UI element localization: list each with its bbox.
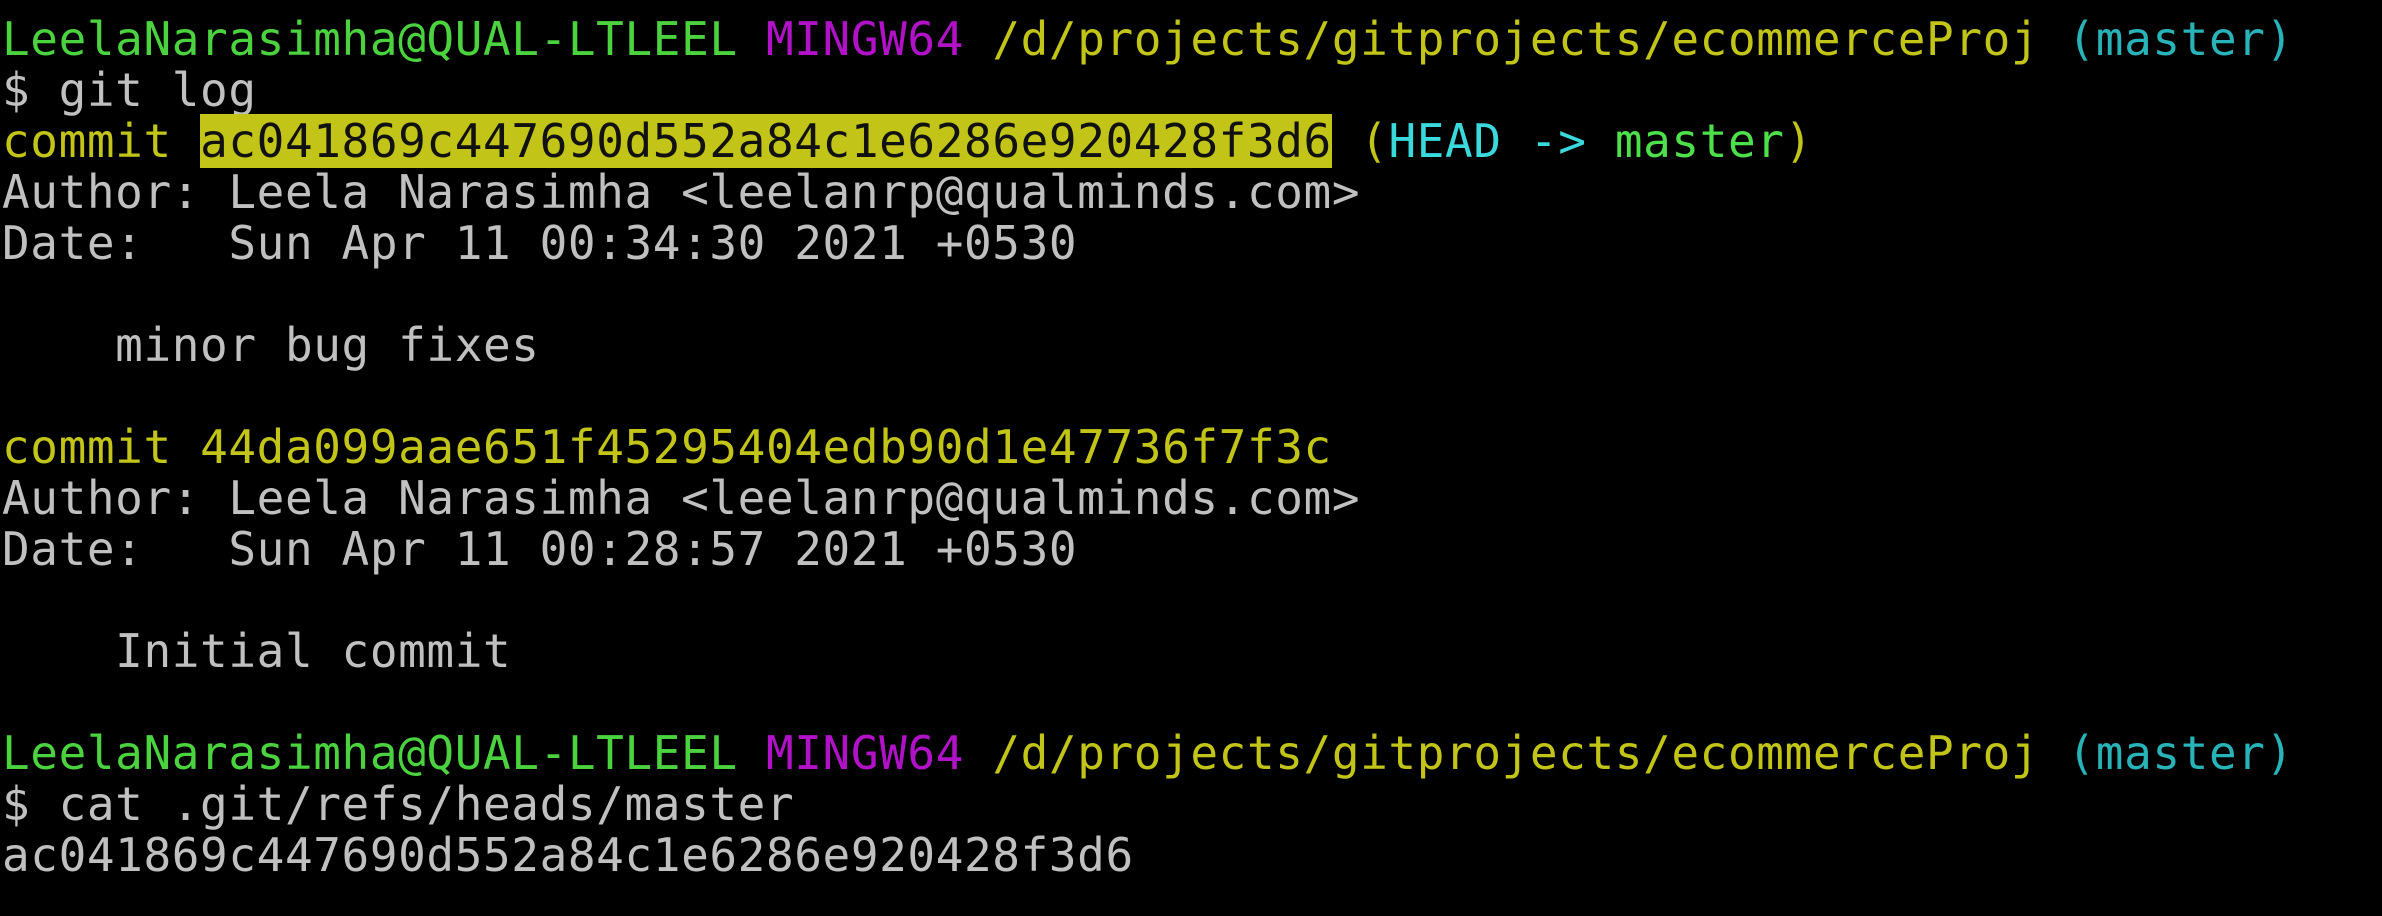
- prompt-line-2: LeelaNarasimha@QUAL-LTLEEL MINGW64 /d/pr…: [2, 728, 2382, 779]
- commit-date: Date: Sun Apr 11 00:34:30 2021 +0530: [2, 216, 1078, 270]
- prompt-line-1: LeelaNarasimha@QUAL-LTLEEL MINGW64 /d/pr…: [2, 14, 2382, 65]
- prompt-branch: (master): [2067, 12, 2294, 66]
- command-cat-ref: $ cat .git/refs/heads/master: [2, 777, 795, 831]
- command-output-hash: ac041869c447690d552a84c1e6286e920428f3d6: [2, 828, 1134, 882]
- prompt-path: /d/projects/gitprojects/ecommerceProj: [992, 12, 2040, 66]
- commit-keyword: commit: [2, 114, 172, 168]
- prompt-env: MINGW64: [765, 726, 965, 780]
- ref-open-paren: (: [1360, 114, 1389, 168]
- prompt-user: LeelaNarasimha@QUAL-LTLEEL: [2, 12, 738, 66]
- commit-line: commit 44da099aae651f45295404edb90d1e477…: [2, 422, 2382, 473]
- ref-head: HEAD ->: [1388, 114, 1587, 168]
- commit-author: Author: Leela Narasimha <leelanrp@qualmi…: [2, 471, 1361, 525]
- prompt-user: LeelaNarasimha@QUAL-LTLEEL: [2, 726, 738, 780]
- commit-keyword: commit: [2, 420, 172, 474]
- ref-branch: master: [1614, 114, 1785, 168]
- prompt-env: MINGW64: [765, 12, 965, 66]
- ref-close-paren: ): [1784, 114, 1813, 168]
- commit-hash-selected[interactable]: ac041869c447690d552a84c1e6286e920428f3d6: [200, 114, 1332, 168]
- prompt-branch: (master): [2067, 726, 2294, 780]
- commit-message: Initial commit: [2, 624, 512, 678]
- commit-line: commit ac041869c447690d552a84c1e6286e920…: [2, 114, 2382, 168]
- commit-date: Date: Sun Apr 11 00:28:57 2021 +0530: [2, 522, 1078, 576]
- commit-hash: 44da099aae651f45295404edb90d1e47736f7f3c: [200, 420, 1332, 474]
- commit-message: minor bug fixes: [2, 318, 540, 372]
- command-git-log: $ git log: [2, 63, 257, 117]
- terminal-window[interactable]: LeelaNarasimha@QUAL-LTLEEL MINGW64 /d/pr…: [0, 0, 2382, 916]
- commit-author: Author: Leela Narasimha <leelanrp@qualmi…: [2, 165, 1361, 219]
- prompt-path: /d/projects/gitprojects/ecommerceProj: [992, 726, 2040, 780]
